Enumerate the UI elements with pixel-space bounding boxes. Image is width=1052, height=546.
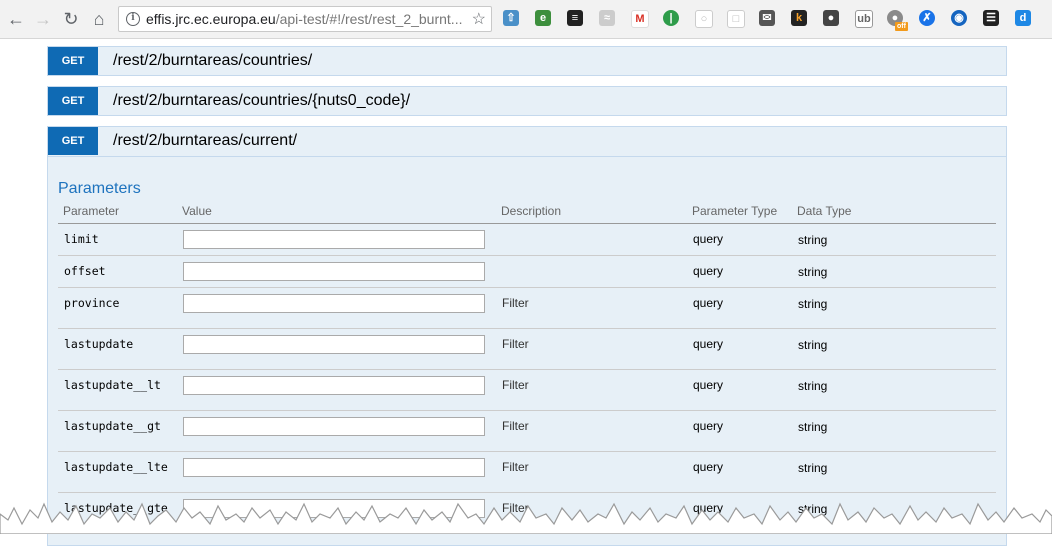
back-arrow-icon[interactable]: ←	[5, 8, 27, 30]
shield-icon[interactable]: ○	[695, 10, 713, 28]
info-icon[interactable]: i	[126, 12, 140, 26]
chat-icon[interactable]: □	[727, 10, 745, 28]
row-divider	[58, 369, 996, 370]
operation-countries[interactable]: GET /rest/2/burntareas/countries/	[47, 46, 1007, 76]
forward-arrow-icon[interactable]: →	[32, 8, 54, 30]
header-parameter-type: Parameter Type	[692, 204, 778, 218]
ublock-icon[interactable]: ub	[855, 10, 873, 28]
method-badge[interactable]: GET	[48, 47, 98, 75]
param-description: Filter	[502, 460, 529, 474]
browser-toolbar: ← → ↻ ⌂ i effis.jrc.ec.europa.eu/api-tes…	[0, 0, 1052, 39]
param-name-lastupdate: lastupdate	[64, 337, 134, 351]
param-name-lastupdate-lte: lastupdate__lte	[64, 460, 168, 474]
param-name-province: province	[64, 296, 120, 310]
header-divider	[58, 223, 996, 224]
url-host: effis.jrc.ec.europa.eu	[146, 11, 276, 27]
param-data-type: string	[798, 338, 828, 352]
param-type: query	[693, 378, 724, 392]
operation-path[interactable]: /rest/2/burntareas/current/	[113, 132, 297, 150]
lastupdate-input[interactable]	[183, 335, 485, 354]
upload-arrow-icon[interactable]: ⇧	[503, 10, 519, 26]
rss-icon[interactable]: ≈	[599, 10, 615, 26]
url-text: effis.jrc.ec.europa.eu/api-test/#!/rest/…	[146, 11, 462, 27]
buffer-icon[interactable]: ≡	[567, 10, 583, 26]
param-name-lastupdate-gt: lastupdate__gt	[64, 419, 161, 433]
limit-input[interactable]	[183, 230, 485, 249]
library-icon[interactable]: ☰	[983, 10, 999, 26]
header-value: Value	[182, 204, 212, 218]
home-icon[interactable]: ⌂	[88, 8, 110, 30]
param-data-type: string	[798, 233, 828, 247]
method-badge[interactable]: GET	[48, 87, 98, 115]
evernote-icon[interactable]: e	[535, 10, 551, 26]
param-type: query	[693, 296, 724, 310]
method-badge[interactable]: GET	[48, 127, 98, 155]
param-data-type: string	[798, 420, 828, 434]
operation-path[interactable]: /rest/2/burntareas/countries/	[113, 52, 312, 70]
operation-divider	[48, 156, 1006, 157]
gmail-icon[interactable]: M	[631, 10, 649, 28]
param-description: Filter	[502, 419, 529, 433]
header-data-type: Data Type	[797, 204, 852, 218]
param-data-type: string	[798, 379, 828, 393]
param-type: query	[693, 419, 724, 433]
row-divider	[58, 410, 996, 411]
param-type: query	[693, 264, 724, 278]
lastupdate-gt-input[interactable]	[183, 417, 485, 436]
param-description: Filter	[502, 337, 529, 351]
param-data-type: string	[798, 461, 828, 475]
province-input[interactable]	[183, 294, 485, 313]
param-type: query	[693, 232, 724, 246]
operation-countries-nuts0[interactable]: GET /rest/2/burntareas/countries/{nuts0_…	[47, 86, 1007, 116]
param-type: query	[693, 460, 724, 474]
lastupdate-lte-input[interactable]	[183, 458, 485, 477]
param-data-type: string	[798, 265, 828, 279]
param-data-type: string	[798, 297, 828, 311]
torn-edge	[0, 502, 1052, 534]
param-description: Filter	[502, 378, 529, 392]
reload-icon[interactable]: ↻	[60, 8, 82, 30]
keepa-icon[interactable]: k	[791, 10, 807, 26]
param-description: Filter	[502, 296, 529, 310]
row-divider	[58, 287, 996, 288]
param-name-offset: offset	[64, 264, 106, 278]
bookmark-star-icon[interactable]: ☆	[472, 9, 486, 29]
param-name-lastupdate-lt: lastupdate__lt	[64, 378, 161, 392]
row-divider	[58, 451, 996, 452]
parameters-heading: Parameters	[58, 180, 141, 197]
address-bar[interactable]: i effis.jrc.ec.europa.eu/api-test/#!/res…	[118, 6, 492, 32]
param-name-limit: limit	[64, 232, 99, 246]
param-type: query	[693, 337, 724, 351]
pushbullet-icon[interactable]: |	[663, 10, 679, 26]
offset-input[interactable]	[183, 262, 485, 281]
url-path: /api-test/#!/rest/rest_2_burnt...	[275, 11, 463, 27]
bulb-icon[interactable]: ●	[823, 10, 839, 26]
mail-checker-icon[interactable]: ✉	[759, 10, 775, 26]
off-badge: off	[895, 22, 908, 31]
row-divider	[58, 328, 996, 329]
link-icon[interactable]: ✗	[919, 10, 935, 26]
lastupdate-lt-input[interactable]	[183, 376, 485, 395]
header-parameter: Parameter	[63, 204, 120, 218]
eye-icon[interactable]: ◉	[951, 10, 967, 26]
row-divider	[58, 255, 996, 256]
header-description: Description	[501, 204, 562, 218]
dashlane-icon[interactable]: d	[1015, 10, 1031, 26]
operation-path[interactable]: /rest/2/burntareas/countries/{nuts0_code…	[113, 92, 410, 110]
